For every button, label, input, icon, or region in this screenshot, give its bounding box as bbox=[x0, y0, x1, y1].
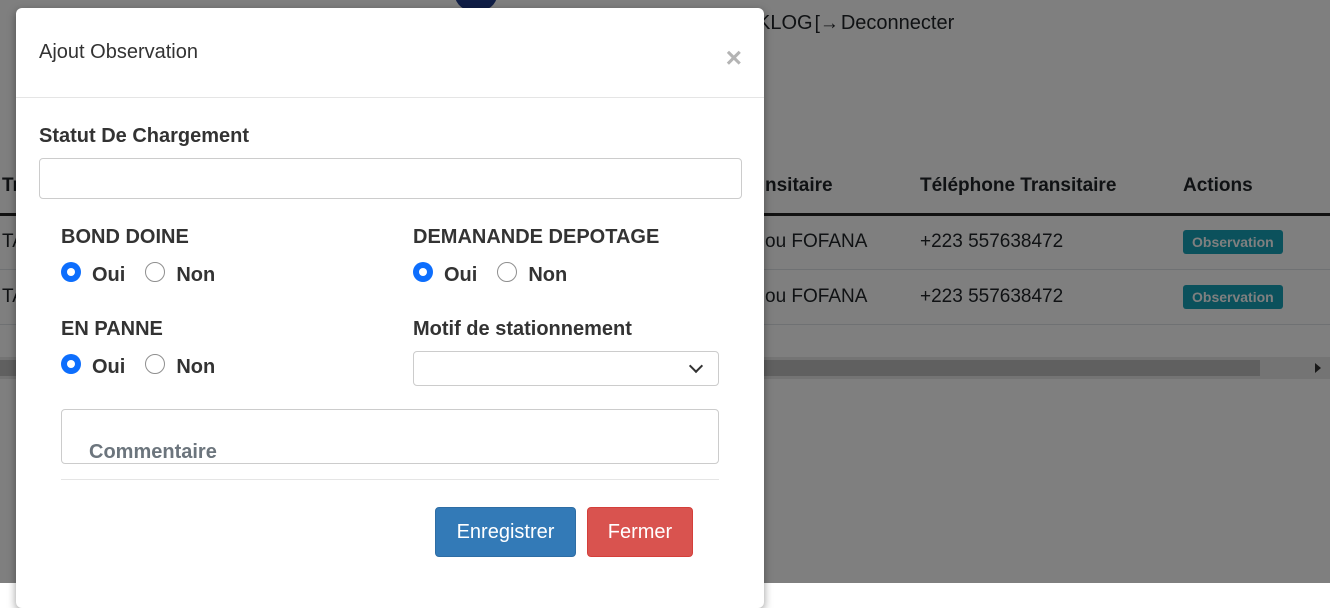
add-observation-modal: Ajout Observation × Statut De Chargement… bbox=[16, 8, 764, 608]
close-icon[interactable]: × bbox=[726, 44, 742, 72]
motif-select[interactable] bbox=[413, 351, 719, 386]
comment-textarea[interactable]: Commentaire bbox=[61, 409, 719, 464]
modal-header: Ajout Observation × bbox=[16, 8, 764, 98]
statut-label: Statut De Chargement bbox=[39, 125, 250, 147]
motif-label: Motif de stationnement bbox=[413, 318, 632, 340]
statut-input[interactable] bbox=[39, 158, 742, 199]
bond-doine-oui-radio[interactable] bbox=[61, 261, 81, 282]
en-panne-radio-group: Oui Non bbox=[61, 352, 235, 378]
en-panne-oui-radio[interactable] bbox=[61, 353, 81, 374]
demande-depotage-non-radio[interactable] bbox=[497, 261, 518, 282]
radio-label: Oui bbox=[92, 264, 126, 286]
save-button[interactable]: Enregistrer bbox=[435, 507, 576, 557]
bond-doine-non-radio[interactable] bbox=[145, 261, 166, 282]
bond-doine-radio-group: Oui Non bbox=[61, 260, 235, 286]
chevron-down-icon bbox=[688, 358, 704, 374]
en-panne-label: EN PANNE bbox=[61, 318, 163, 340]
radio-label: Non bbox=[528, 264, 568, 286]
bond-doine-label: BOND DOINE bbox=[61, 226, 189, 248]
radio-label: Non bbox=[176, 356, 216, 378]
demande-depotage-radio-group: Oui Non bbox=[413, 260, 587, 286]
demande-depotage-label: DEMANANDE DEPOTAGE bbox=[413, 226, 660, 248]
radio-label: Oui bbox=[92, 356, 126, 378]
radio-label: Non bbox=[176, 264, 216, 286]
radio-label: Oui bbox=[444, 264, 478, 286]
en-panne-non-radio[interactable] bbox=[145, 353, 166, 374]
divider bbox=[61, 479, 719, 480]
demande-depotage-oui-radio[interactable] bbox=[413, 261, 433, 282]
close-button[interactable]: Fermer bbox=[587, 507, 693, 557]
modal-title: Ajout Observation bbox=[39, 41, 198, 63]
comment-placeholder: Commentaire bbox=[89, 441, 217, 463]
